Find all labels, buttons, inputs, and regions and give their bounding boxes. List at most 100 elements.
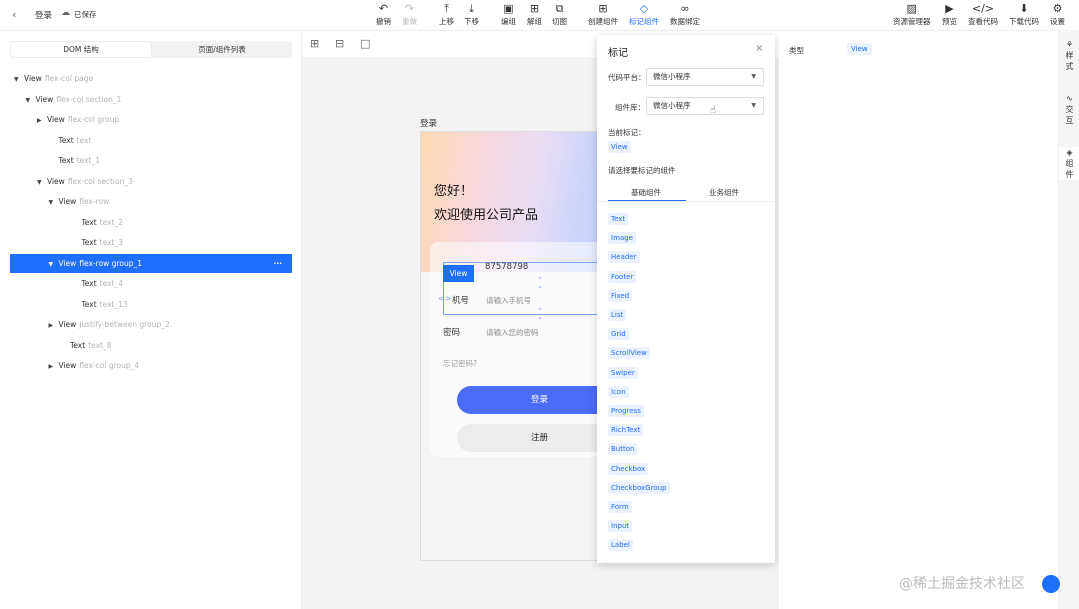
component-tag[interactable]: CheckboxGroup (608, 481, 670, 494)
tab-style[interactable]: ⚘ 样式 (1059, 39, 1079, 72)
download-code-button[interactable]: ⬇ 下载代码 (1009, 2, 1039, 27)
password-input[interactable]: 请输入您的密码 (486, 327, 539, 338)
tree-node[interactable]: ▼ View flex-row (10, 192, 292, 211)
close-icon[interactable]: × (755, 43, 763, 54)
tree-node[interactable]: ▼ View flex-col section_1 (10, 90, 292, 109)
node-class: flex-row (79, 197, 110, 206)
tab-business-components[interactable]: 业务组件 (709, 187, 739, 198)
preview-button[interactable]: ▶ 预览 (942, 2, 957, 27)
caret-icon[interactable]: ▼ (26, 91, 36, 110)
phone-input[interactable]: 请输入手机号 (486, 295, 531, 306)
frame-icon[interactable]: □ (360, 37, 370, 50)
tree-node[interactable]: ▼ View flex-row group_1 ··· (10, 253, 292, 274)
forgot-password-link[interactable]: 忘记密码? (443, 358, 477, 369)
undo-button[interactable]: ↶ 撤销 (376, 2, 391, 27)
tree-node[interactable]: Text text_4 (10, 274, 292, 293)
type-tag: View (847, 43, 872, 55)
node-class: text_3 (99, 238, 123, 247)
help-bubble-icon[interactable] (1042, 575, 1060, 593)
tree-node[interactable]: ▶ View justify-between group_2 (10, 315, 292, 334)
phone-artboard[interactable]: 您好！ 欢迎使用公司产品 View 87578798 ⌃ ⌄ <> 机号 请输入… (420, 131, 620, 561)
choose-label: 请选择要标记的组件 (608, 166, 676, 175)
caret-icon[interactable]: ▼ (49, 193, 59, 212)
component-tag[interactable]: Button (608, 443, 638, 456)
component-tag[interactable]: Header (608, 251, 640, 264)
grid-icon[interactable]: ⊞ (310, 37, 319, 50)
mark-panel: 标记 × 代码平台： 微信小程序 ▼ 组件库： 微信小程序 ▼ ☝ 当前标记： Vi… (597, 35, 775, 563)
caret-icon[interactable]: ▶ (49, 357, 59, 376)
resize-handle-icon[interactable]: ⌄ (537, 313, 543, 321)
page-title: 登录 (35, 11, 53, 21)
tree-node[interactable]: Text text_8 (10, 336, 292, 355)
tab-page-component-list[interactable]: 页面/组件列表 (152, 42, 292, 57)
tree-node[interactable]: Text text_1 (10, 151, 292, 170)
tab-dom-structure[interactable]: DOM 结构 (11, 42, 151, 57)
component-tag[interactable]: Checkbox (608, 462, 649, 475)
greeting-text: 您好！ (434, 184, 474, 199)
password-label: 密码 (443, 328, 461, 338)
data-binding-button[interactable]: ∞ 数据绑定 (670, 2, 700, 27)
caret-icon[interactable]: ▼ (37, 173, 47, 192)
node-class: flex-col group (67, 115, 120, 124)
tree-node[interactable]: ▶ View flex-col group (10, 110, 292, 129)
asset-manager-button[interactable]: ▨ 资源管理器 (893, 2, 931, 27)
component-tag[interactable]: Image (608, 232, 636, 245)
move-down-button[interactable]: ⤓ 下移 (464, 2, 479, 27)
tree-node[interactable]: ▶ View flex-col group_4 (10, 356, 292, 375)
tab-basic-components[interactable]: 基础组件 (631, 187, 661, 198)
caret-icon[interactable]: ▼ (49, 255, 59, 274)
login-button[interactable]: 登录 (457, 386, 619, 414)
download-icon: ⬇ (1019, 2, 1029, 15)
mark-component-button[interactable]: ◇ 标记组件 (629, 2, 659, 27)
component-tag[interactable]: Grid (608, 328, 629, 341)
component-tag[interactable]: Icon (608, 385, 629, 398)
move-up-button[interactable]: ⤒ 上移 (439, 2, 454, 27)
right-side-tabs: ⚘ 样式 ∿ 交互 ◈ 组件 (1058, 31, 1079, 609)
ungroup-button[interactable]: ⊞ 解组 (527, 2, 542, 27)
create-component-button[interactable]: ⊞ 创建组件 (588, 2, 618, 27)
component-tag[interactable]: List (608, 309, 627, 321)
type-label: 类型 (789, 46, 804, 55)
slice-button[interactable]: ⧉ 切图 (552, 2, 567, 27)
caret-icon[interactable]: ▶ (37, 111, 47, 130)
more-icon[interactable]: ··· (273, 254, 282, 273)
library-select[interactable]: 微信小程序 ▼ (646, 97, 764, 115)
tree-node[interactable]: Text text_2 (10, 213, 292, 232)
platform-select[interactable]: 微信小程序 ▼ (646, 68, 764, 86)
resize-handle-icon[interactable]: ⌄ (537, 282, 543, 290)
node-tag: View (35, 94, 54, 104)
component-tag[interactable]: RichText (608, 424, 644, 437)
node-class: text_2 (99, 217, 123, 227)
tree-node[interactable]: Text text_13 (10, 295, 292, 314)
component-tag[interactable]: Footer (608, 270, 637, 283)
tab-interaction[interactable]: ∿ 交互 (1059, 93, 1079, 126)
component-tag[interactable]: Input (608, 520, 633, 533)
settings-button[interactable]: ⚙ 设置 (1050, 2, 1065, 27)
component-tag[interactable]: Swiper (608, 366, 638, 379)
tree-node[interactable]: ▼ View flex-col page (10, 69, 292, 88)
component-tag[interactable]: Fixed (608, 289, 633, 302)
node-class: text_8 (88, 340, 112, 350)
image-icon: ▨ (906, 2, 917, 15)
redo-button[interactable]: ↷ 重做 (402, 2, 417, 27)
component-tag[interactable]: Form (608, 501, 632, 513)
register-button[interactable]: 注册 (457, 424, 619, 452)
node-tag: Text (81, 279, 97, 288)
tree-node[interactable]: Text text_3 (10, 233, 292, 252)
chevron-left-icon[interactable]: ‹ (12, 8, 16, 21)
component-tag[interactable]: Progress (608, 405, 644, 417)
tag-icon: ◇ (639, 2, 649, 15)
hand-cursor-icon: ☝ (710, 105, 717, 116)
component-tag[interactable]: Label (608, 539, 633, 552)
move-up-icon: ⤒ (444, 2, 449, 15)
component-tag[interactable]: ScrollView (608, 347, 650, 360)
layout-icon[interactable]: ⊟ (335, 37, 344, 50)
tab-component[interactable]: ◈ 组件 (1059, 147, 1079, 180)
caret-icon[interactable]: ▼ (14, 70, 24, 89)
view-code-button[interactable]: </> 查看代码 (968, 2, 998, 27)
tree-node[interactable]: Text text (10, 131, 292, 150)
group-button[interactable]: ▣ 编组 (501, 2, 516, 27)
caret-icon[interactable]: ▶ (49, 316, 59, 335)
component-tag[interactable]: Text (608, 213, 629, 225)
tree-node[interactable]: ▼ View flex-col section_3 (10, 172, 292, 191)
